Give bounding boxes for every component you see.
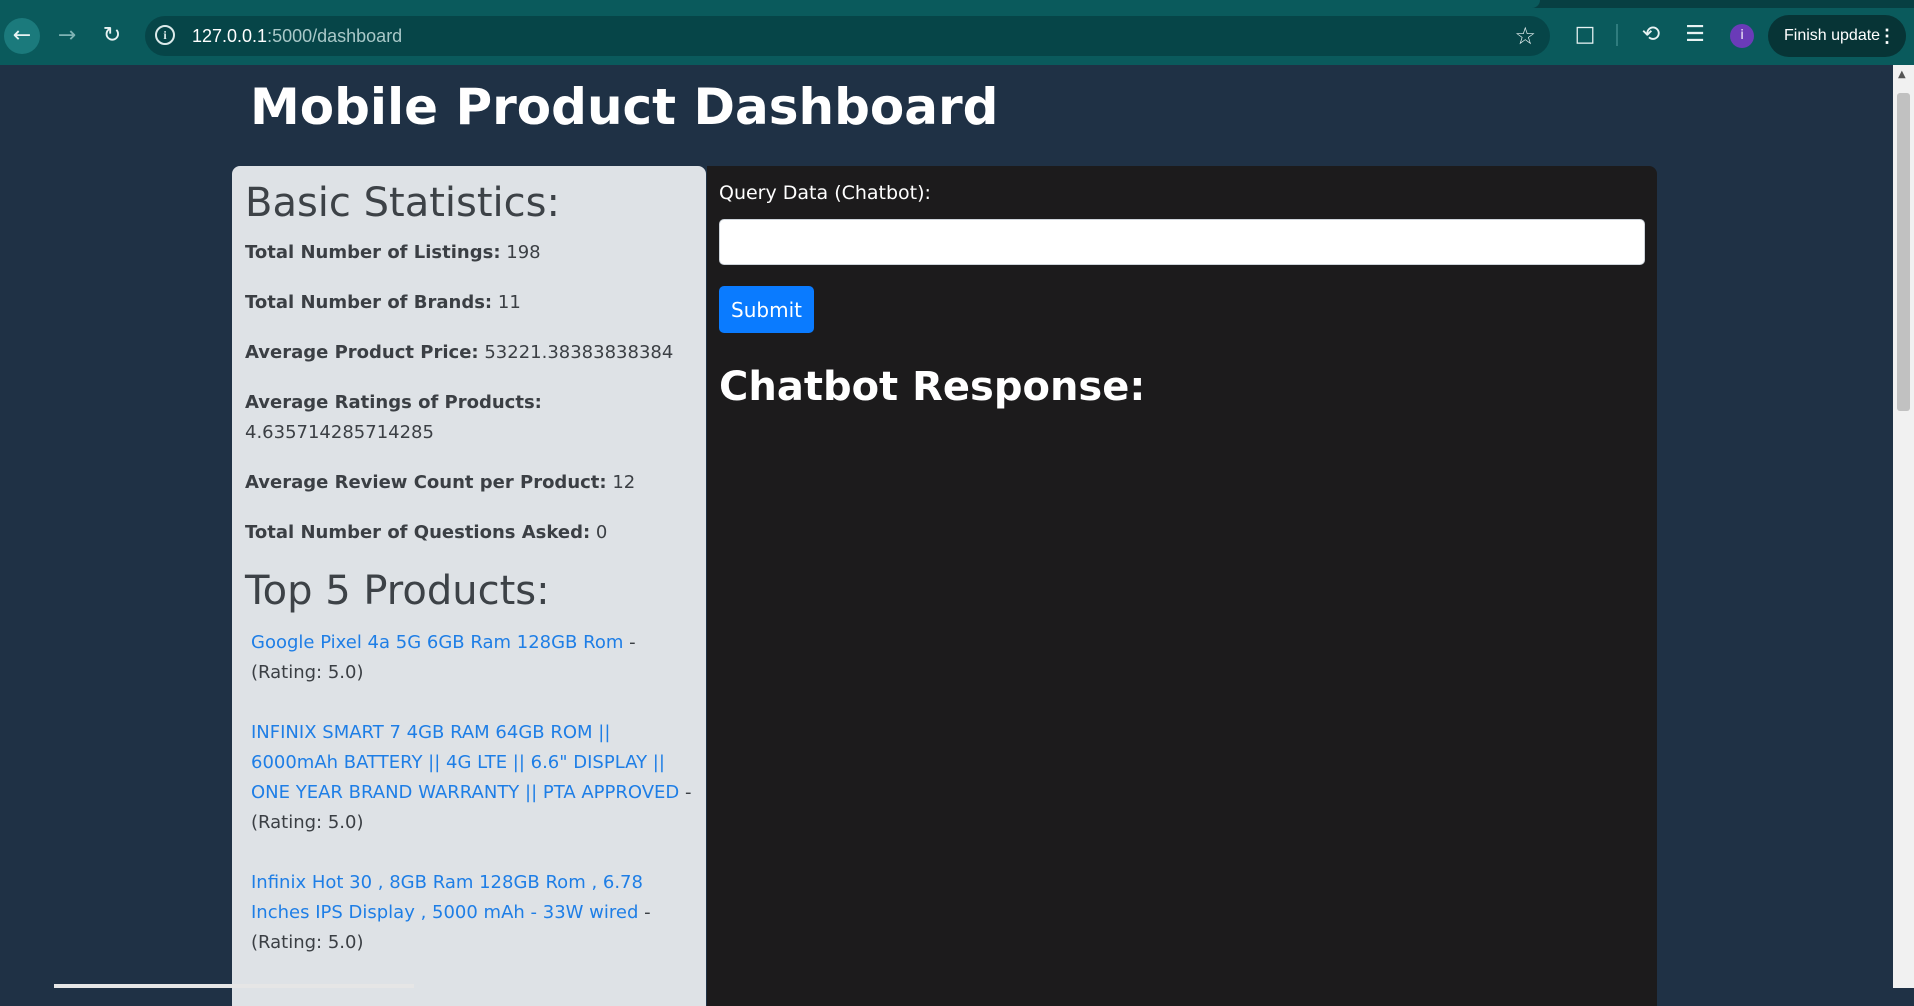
info-icon[interactable]: i	[155, 25, 175, 45]
reload-icon[interactable]: ↻	[94, 18, 130, 54]
product-item: Infinix Hot 30 , 8GB Ram 128GB Rom , 6.7…	[245, 868, 694, 958]
performance-icon[interactable]: ⟲	[1638, 22, 1664, 48]
vertical-scrollbar[interactable]: ▲	[1893, 65, 1914, 988]
active-tab-edge	[0, 0, 1540, 8]
address-bar[interactable]: i 127.0.0.1:5000/dashboard ☆	[145, 16, 1550, 56]
stat-total-brands: Total Number of Brands: 11	[245, 292, 521, 313]
forward-icon[interactable]: →	[49, 18, 85, 54]
star-icon[interactable]: ☆	[1514, 22, 1536, 50]
top-products-heading: Top 5 Products:	[245, 568, 550, 614]
query-input[interactable]	[719, 219, 1645, 265]
horizontal-scroll-track	[54, 984, 414, 988]
product-link[interactable]: Infinix Hot 30 , 8GB Ram 128GB Rom , 6.7…	[251, 872, 643, 923]
query-label: Query Data (Chatbot):	[719, 182, 931, 204]
toolbar-divider	[1616, 24, 1618, 46]
chatbot-panel: Query Data (Chatbot): Submit Chatbot Res…	[707, 166, 1657, 1006]
back-icon[interactable]: ←	[4, 18, 40, 54]
stat-average-price: Average Product Price: 53221.38383838384	[245, 342, 674, 363]
media-icon[interactable]: ☰	[1682, 22, 1708, 48]
scroll-up-icon[interactable]: ▲	[1898, 69, 1906, 80]
finish-update-button[interactable]: Finish update ⋮	[1768, 15, 1906, 57]
url-text[interactable]: 127.0.0.1:5000/dashboard	[192, 26, 402, 47]
statistics-panel: Basic Statistics: Total Number of Listin…	[232, 166, 706, 1006]
stat-average-review-count: Average Review Count per Product: 12	[245, 472, 636, 493]
browser-toolbar: ← → ↻ i 127.0.0.1:5000/dashboard ☆ □ ⟲ ☰…	[0, 0, 1914, 65]
chatbot-response-heading: Chatbot Response:	[719, 364, 1146, 410]
stat-total-listings: Total Number of Listings: 198	[245, 242, 541, 263]
product-link[interactable]: INFINIX SMART 7 4GB RAM 64GB ROM || 6000…	[251, 722, 679, 803]
basic-statistics-heading: Basic Statistics:	[245, 180, 560, 226]
product-link[interactable]: Google Pixel 4a 5G 6GB Ram 128GB Rom	[251, 632, 623, 653]
avatar[interactable]: i	[1730, 24, 1754, 48]
stat-average-ratings: Average Ratings of Products: 4.6357142857…	[245, 392, 542, 443]
submit-button[interactable]: Submit	[719, 286, 814, 333]
menu-icon[interactable]: ⋮	[1878, 15, 1896, 57]
page-title: Mobile Product Dashboard	[250, 78, 999, 136]
scrollbar-thumb[interactable]	[1897, 93, 1910, 411]
product-item: Google Pixel 4a 5G 6GB Ram 128GB Rom - (…	[245, 628, 694, 688]
extensions-icon[interactable]: □	[1572, 22, 1598, 48]
product-item: INFINIX SMART 7 4GB RAM 64GB ROM || 6000…	[245, 718, 694, 838]
finish-update-label: Finish update	[1784, 27, 1881, 44]
stat-total-questions: Total Number of Questions Asked: 0	[245, 522, 608, 543]
